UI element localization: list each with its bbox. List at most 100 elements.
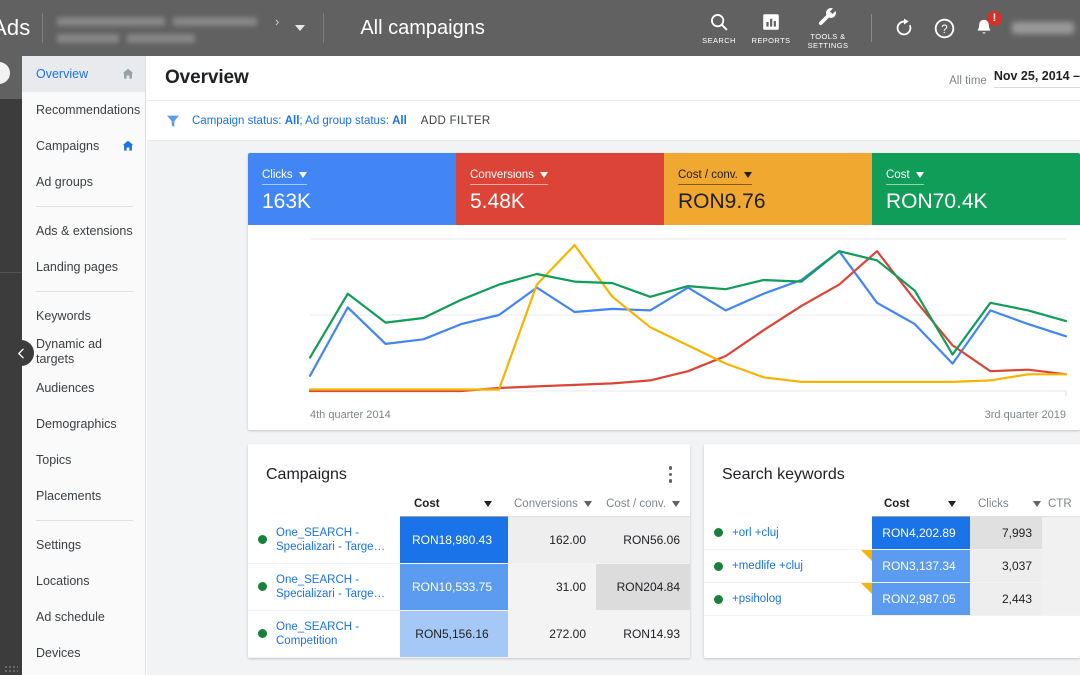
col-cost-label: Cost — [884, 498, 910, 510]
sidebar-item-keywords[interactable]: Keywords — [22, 298, 145, 334]
divider — [36, 291, 133, 292]
home-icon — [122, 140, 134, 151]
reports-button[interactable]: REPORTS — [745, 0, 797, 56]
sidebar-item-label: Locations — [36, 573, 90, 588]
sidebar-item-label: Campaigns — [36, 138, 100, 153]
status-dot-enabled — [258, 582, 267, 591]
cost-per-conv-cell: RON14.93 — [596, 610, 690, 658]
sidebar-item-settings[interactable]: Settings — [22, 527, 145, 563]
drag-handle[interactable] — [4, 665, 18, 672]
scorecard-header[interactable]: Cost / conv. — [678, 169, 752, 185]
filter-funnel-icon[interactable] — [165, 113, 181, 129]
content-area: Clicks 163K Conversions 5.48K Cost / con… — [147, 141, 1080, 675]
keyword-name-cell: +medlife +cluj — [704, 549, 872, 583]
col-cost[interactable]: Cost — [400, 490, 508, 517]
sidebar-item-ad-groups[interactable]: Ad groups — [22, 164, 145, 200]
filter-chip-status[interactable]: Campaign status: All; Ad group status: A… — [192, 115, 407, 127]
tools-settings-label: TOOLS & SETTINGS — [807, 31, 849, 50]
conversions-cell: 272.00 — [508, 610, 596, 658]
clicks-cell: 7,993 — [970, 516, 1042, 550]
sidebar-item-placements[interactable]: Placements — [22, 478, 145, 514]
scorecard-header[interactable]: Clicks — [262, 169, 307, 185]
account-selector[interactable]: › — [57, 14, 279, 43]
campaign-link[interactable]: One_SEARCH - Specializari - Targe… — [276, 573, 390, 601]
sidebar-item-campaigns[interactable]: Campaigns — [22, 128, 145, 164]
tools-settings-button[interactable]: TOOLS & SETTINGS — [797, 0, 859, 56]
col-keyword — [704, 490, 872, 517]
sidebar-item-demographics[interactable]: Demographics — [22, 406, 145, 442]
sort-caret-icon — [483, 501, 492, 507]
scorecard-cost[interactable]: Cost RON70.4K — [872, 153, 1080, 225]
keyword-link[interactable]: +orl +cluj — [732, 526, 779, 540]
filter-value-adgroup: All — [392, 114, 407, 127]
sidebar-item-label: Ad schedule — [36, 609, 105, 624]
scorecard-conversions[interactable]: Conversions 5.48K — [456, 153, 664, 225]
col-cost[interactable]: Cost — [872, 490, 970, 517]
date-range-value: Nov 25, 2014 – — [993, 69, 1080, 88]
all-campaigns-title: All campaigns — [360, 16, 485, 39]
campaign-link[interactable]: One_SEARCH - Competition — [276, 620, 390, 648]
kebab-menu-icon[interactable] — [665, 462, 677, 487]
sidebar-item-label: Topics — [36, 452, 72, 467]
sidebar-item-audiences[interactable]: Audiences — [22, 370, 145, 406]
scorecard-cost-per-conv[interactable]: Cost / conv. RON9.76 — [664, 153, 872, 225]
divider — [42, 13, 43, 43]
account-name-redacted — [57, 16, 165, 26]
chevron-down-icon — [298, 172, 307, 178]
sidebar-item-topics[interactable]: Topics — [22, 442, 145, 478]
chart-x-axis: 4th quarter 2014 3rd quarter 2019 — [248, 409, 1080, 421]
sidebar-item-landing-pages[interactable]: Landing pages — [22, 249, 145, 285]
table-row[interactable]: +medlife +cluj RON3,137.34 3,037 — [704, 549, 1080, 583]
ctr-cell — [1042, 516, 1080, 550]
account-id-redacted — [57, 33, 119, 43]
campaigns-panel-title: Campaigns — [266, 465, 347, 483]
scorecard-header[interactable]: Cost — [886, 169, 924, 185]
col-cost-label: Cost — [414, 498, 440, 510]
sidebar-item-ads-extensions[interactable]: Ads & extensions — [22, 213, 145, 249]
help-button[interactable]: ? — [924, 8, 964, 48]
reports-label: REPORTS — [751, 36, 791, 45]
chevron-left-icon — [17, 348, 24, 358]
keywords-panel-title: Search keywords — [722, 465, 845, 483]
table-row[interactable]: One_SEARCH - Competition RON5,156.16 272… — [248, 610, 690, 658]
col-ctr[interactable]: CTR — [1042, 490, 1080, 517]
search-button[interactable]: SEARCH — [693, 0, 745, 56]
sidebar-item-devices[interactable]: Devices — [22, 635, 145, 671]
sidebar-item-dynamic-ad-targets[interactable]: Dynamic ad targets — [22, 334, 145, 370]
table-row[interactable]: One_SEARCH - Specializari - Targe… RON10… — [248, 563, 690, 611]
add-filter-button[interactable]: ADD FILTER — [421, 115, 491, 127]
collapse-sidebar-button[interactable] — [8, 340, 34, 366]
table-row[interactable]: +orl +cluj RON4,202.89 7,993 — [704, 516, 1080, 550]
refresh-icon — [896, 18, 912, 36]
date-range-selector[interactable]: All time Nov 25, 2014 – — [949, 69, 1080, 88]
help-circle-icon: ? — [934, 18, 954, 38]
sidebar-item-ad-schedule[interactable]: Ad schedule — [22, 599, 145, 635]
scorecard-header[interactable]: Conversions — [470, 169, 548, 185]
col-clicks[interactable]: Clicks — [970, 490, 1042, 517]
table-row[interactable]: +psiholog RON2,987.05 2,443 — [704, 582, 1080, 616]
scorecard-clicks[interactable]: Clicks 163K — [248, 153, 456, 225]
keyword-link[interactable]: +psiholog — [732, 592, 782, 606]
keyword-link[interactable]: +medlife +cluj — [732, 559, 803, 573]
campaign-link[interactable]: One_SEARCH - Specializari - Targe… — [276, 526, 390, 554]
sidebar-item-overview[interactable]: Overview — [22, 56, 145, 92]
col-cost-per-conv[interactable]: Cost / conv. — [596, 490, 690, 517]
notifications-button[interactable]: ! — [964, 8, 1004, 48]
scorecard-label: Cost / conv. — [678, 169, 738, 181]
scorecard-label: Clicks — [262, 169, 293, 181]
scorecard-value: 5.48K — [470, 190, 525, 213]
sidebar-item-locations[interactable]: Locations — [22, 563, 145, 599]
table-row[interactable]: One_SEARCH - Specializari - Targe… RON18… — [248, 516, 690, 564]
col-conversions[interactable]: Conversions — [508, 490, 596, 517]
account-dropdown-caret-icon[interactable] — [295, 25, 306, 31]
sidebar-item-label: Landing pages — [36, 259, 119, 274]
wrench-icon — [818, 7, 836, 25]
cost-cell: RON2,987.05 — [872, 582, 970, 616]
sidebar-item-recommendations[interactable]: Recommendations — [22, 92, 145, 128]
status-dot-enabled — [714, 594, 723, 604]
col-cost-per-conv-label: Cost / conv. — [606, 498, 666, 510]
x-tick-end: 3rd quarter 2019 — [984, 409, 1066, 421]
avatar[interactable] — [1012, 22, 1074, 34]
refresh-button[interactable] — [884, 8, 924, 48]
ads-logo[interactable]: Ads — [0, 15, 36, 41]
